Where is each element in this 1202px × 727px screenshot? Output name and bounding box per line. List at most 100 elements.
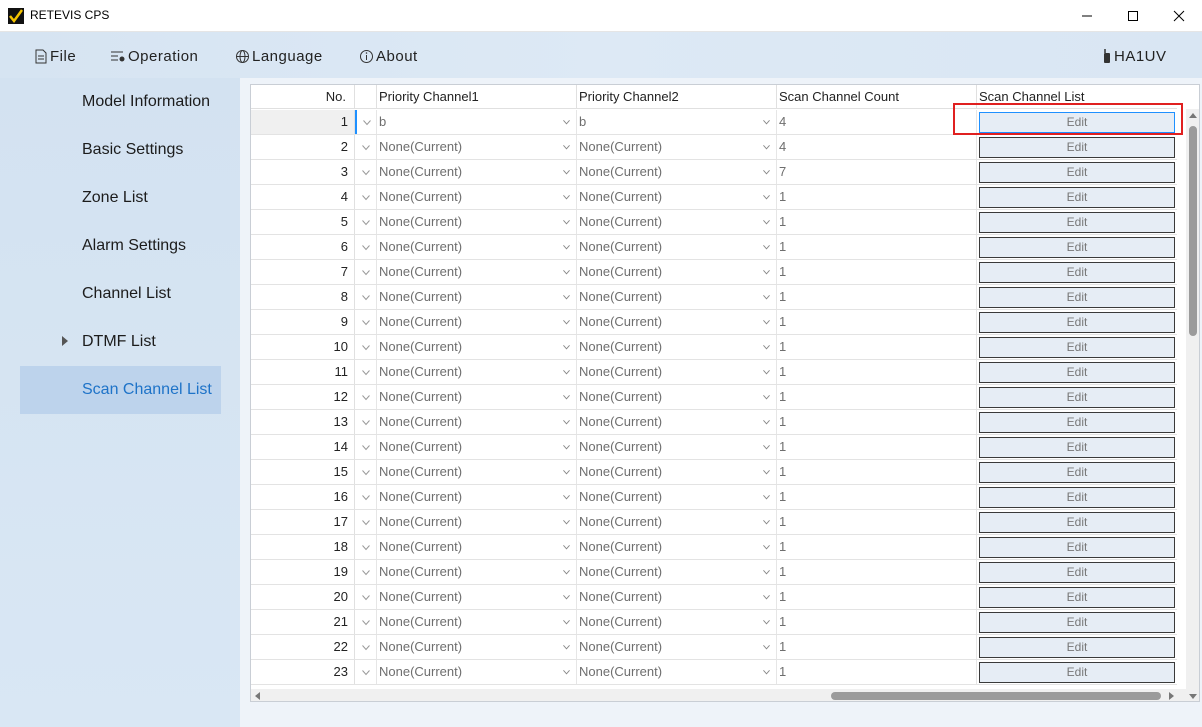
priority-channel1-dropdown[interactable]: None(Current) bbox=[377, 660, 577, 684]
column-header-no[interactable]: No. bbox=[251, 85, 355, 109]
row-expand-chevron-icon[interactable] bbox=[355, 135, 377, 159]
scan-channel-count[interactable]: 1 bbox=[777, 560, 977, 584]
scan-channel-count[interactable]: 1 bbox=[777, 310, 977, 334]
priority-channel2-dropdown[interactable]: None(Current) bbox=[577, 160, 777, 184]
priority-channel2-dropdown[interactable]: None(Current) bbox=[577, 460, 777, 484]
scroll-right-icon[interactable] bbox=[1169, 692, 1174, 700]
scroll-down-icon[interactable] bbox=[1189, 694, 1197, 699]
table-row[interactable]: 14 None(Current) None(Current) 1 Edit bbox=[251, 435, 1177, 460]
scan-channel-count[interactable]: 1 bbox=[777, 185, 977, 209]
column-header-count[interactable]: Scan Channel Count bbox=[777, 85, 977, 109]
edit-button[interactable]: Edit bbox=[979, 262, 1175, 283]
scan-channel-count[interactable]: 1 bbox=[777, 460, 977, 484]
priority-channel2-dropdown[interactable]: None(Current) bbox=[577, 360, 777, 384]
row-expand-chevron-icon[interactable] bbox=[355, 235, 377, 259]
row-expand-chevron-icon[interactable] bbox=[355, 485, 377, 509]
column-header-list[interactable]: Scan Channel List bbox=[977, 85, 1177, 109]
menu-file[interactable]: File bbox=[34, 46, 76, 66]
priority-channel1-dropdown[interactable]: None(Current) bbox=[377, 260, 577, 284]
edit-button[interactable]: Edit bbox=[979, 162, 1175, 183]
scan-channel-count[interactable]: 1 bbox=[777, 260, 977, 284]
scan-channel-count[interactable]: 1 bbox=[777, 535, 977, 559]
row-expand-chevron-icon[interactable] bbox=[355, 410, 377, 434]
edit-button[interactable]: Edit bbox=[979, 137, 1175, 158]
close-button[interactable] bbox=[1156, 0, 1202, 32]
table-row[interactable]: 10 None(Current) None(Current) 1 Edit bbox=[251, 335, 1177, 360]
edit-button[interactable]: Edit bbox=[979, 287, 1175, 308]
priority-channel1-dropdown[interactable]: None(Current) bbox=[377, 435, 577, 459]
priority-channel2-dropdown[interactable]: None(Current) bbox=[577, 635, 777, 659]
table-row[interactable]: 6 None(Current) None(Current) 1 Edit bbox=[251, 235, 1177, 260]
priority-channel2-dropdown[interactable]: None(Current) bbox=[577, 335, 777, 359]
sidebar-item-alarm-settings[interactable]: Alarm Settings bbox=[20, 222, 221, 270]
scan-channel-count[interactable]: 1 bbox=[777, 360, 977, 384]
table-row[interactable]: 23 None(Current) None(Current) 1 Edit bbox=[251, 660, 1177, 685]
row-expand-chevron-icon[interactable] bbox=[355, 510, 377, 534]
priority-channel2-dropdown[interactable]: None(Current) bbox=[577, 510, 777, 534]
table-row[interactable]: 4 None(Current) None(Current) 1 Edit bbox=[251, 185, 1177, 210]
row-expand-chevron-icon[interactable] bbox=[355, 160, 377, 184]
priority-channel2-dropdown[interactable]: None(Current) bbox=[577, 210, 777, 234]
priority-channel1-dropdown[interactable]: None(Current) bbox=[377, 585, 577, 609]
table-row[interactable]: 17 None(Current) None(Current) 1 Edit bbox=[251, 510, 1177, 535]
edit-button[interactable]: Edit bbox=[979, 587, 1175, 608]
edit-button[interactable]: Edit bbox=[979, 212, 1175, 233]
edit-button[interactable]: Edit bbox=[979, 437, 1175, 458]
table-row[interactable]: 2 None(Current) None(Current) 4 Edit bbox=[251, 135, 1177, 160]
priority-channel1-dropdown[interactable]: None(Current) bbox=[377, 560, 577, 584]
edit-button[interactable]: Edit bbox=[979, 562, 1175, 583]
row-expand-chevron-icon[interactable] bbox=[355, 535, 377, 559]
menu-user[interactable]: HA1UV bbox=[1102, 46, 1167, 66]
row-expand-chevron-icon[interactable] bbox=[355, 635, 377, 659]
priority-channel1-dropdown[interactable]: None(Current) bbox=[377, 535, 577, 559]
priority-channel2-dropdown[interactable]: b bbox=[577, 110, 777, 134]
priority-channel2-dropdown[interactable]: None(Current) bbox=[577, 185, 777, 209]
row-expand-chevron-icon[interactable] bbox=[355, 435, 377, 459]
priority-channel2-dropdown[interactable]: None(Current) bbox=[577, 485, 777, 509]
edit-button[interactable]: Edit bbox=[979, 412, 1175, 433]
edit-button[interactable]: Edit bbox=[979, 312, 1175, 333]
row-expand-chevron-icon[interactable] bbox=[355, 185, 377, 209]
table-row[interactable]: 11 None(Current) None(Current) 1 Edit bbox=[251, 360, 1177, 385]
column-header-priority2[interactable]: Priority Channel2 bbox=[577, 85, 777, 109]
scan-channel-count[interactable]: 1 bbox=[777, 385, 977, 409]
table-row[interactable]: 18 None(Current) None(Current) 1 Edit bbox=[251, 535, 1177, 560]
edit-button[interactable]: Edit bbox=[979, 637, 1175, 658]
row-expand-chevron-icon[interactable] bbox=[355, 660, 377, 684]
priority-channel1-dropdown[interactable]: None(Current) bbox=[377, 135, 577, 159]
priority-channel2-dropdown[interactable]: None(Current) bbox=[577, 385, 777, 409]
sidebar-item-basic-settings[interactable]: Basic Settings bbox=[20, 126, 221, 174]
priority-channel2-dropdown[interactable]: None(Current) bbox=[577, 285, 777, 309]
priority-channel2-dropdown[interactable]: None(Current) bbox=[577, 610, 777, 634]
row-expand-chevron-icon[interactable] bbox=[355, 460, 377, 484]
menu-about[interactable]: About bbox=[359, 46, 418, 66]
sidebar-item-model-information[interactable]: Model Information bbox=[20, 78, 221, 126]
priority-channel2-dropdown[interactable]: None(Current) bbox=[577, 310, 777, 334]
scan-channel-count[interactable]: 1 bbox=[777, 635, 977, 659]
menu-language[interactable]: Language bbox=[235, 46, 323, 66]
table-row[interactable]: 8 None(Current) None(Current) 1 Edit bbox=[251, 285, 1177, 310]
vertical-scroll-thumb[interactable] bbox=[1189, 126, 1197, 336]
row-expand-chevron-icon[interactable] bbox=[355, 560, 377, 584]
minimize-button[interactable] bbox=[1064, 0, 1110, 32]
column-header-priority1[interactable]: Priority Channel1 bbox=[377, 85, 577, 109]
expand-arrow-icon[interactable] bbox=[62, 336, 68, 346]
table-row[interactable]: 3 None(Current) None(Current) 7 Edit bbox=[251, 160, 1177, 185]
scan-channel-count[interactable]: 1 bbox=[777, 210, 977, 234]
scan-channel-count[interactable]: 1 bbox=[777, 410, 977, 434]
table-row[interactable]: 9 None(Current) None(Current) 1 Edit bbox=[251, 310, 1177, 335]
horizontal-scroll-thumb[interactable] bbox=[831, 692, 1161, 700]
sidebar-item-dtmf-list[interactable]: DTMF List bbox=[20, 318, 221, 366]
priority-channel1-dropdown[interactable]: None(Current) bbox=[377, 310, 577, 334]
priority-channel1-dropdown[interactable]: None(Current) bbox=[377, 485, 577, 509]
priority-channel1-dropdown[interactable]: None(Current) bbox=[377, 160, 577, 184]
scan-channel-count[interactable]: 7 bbox=[777, 160, 977, 184]
scan-channel-count[interactable]: 1 bbox=[777, 335, 977, 359]
priority-channel1-dropdown[interactable]: None(Current) bbox=[377, 510, 577, 534]
priority-channel1-dropdown[interactable]: None(Current) bbox=[377, 460, 577, 484]
priority-channel2-dropdown[interactable]: None(Current) bbox=[577, 410, 777, 434]
table-row[interactable]: 13 None(Current) None(Current) 1 Edit bbox=[251, 410, 1177, 435]
priority-channel1-dropdown[interactable]: b bbox=[377, 110, 577, 134]
edit-button[interactable]: Edit bbox=[979, 362, 1175, 383]
priority-channel1-dropdown[interactable]: None(Current) bbox=[377, 235, 577, 259]
